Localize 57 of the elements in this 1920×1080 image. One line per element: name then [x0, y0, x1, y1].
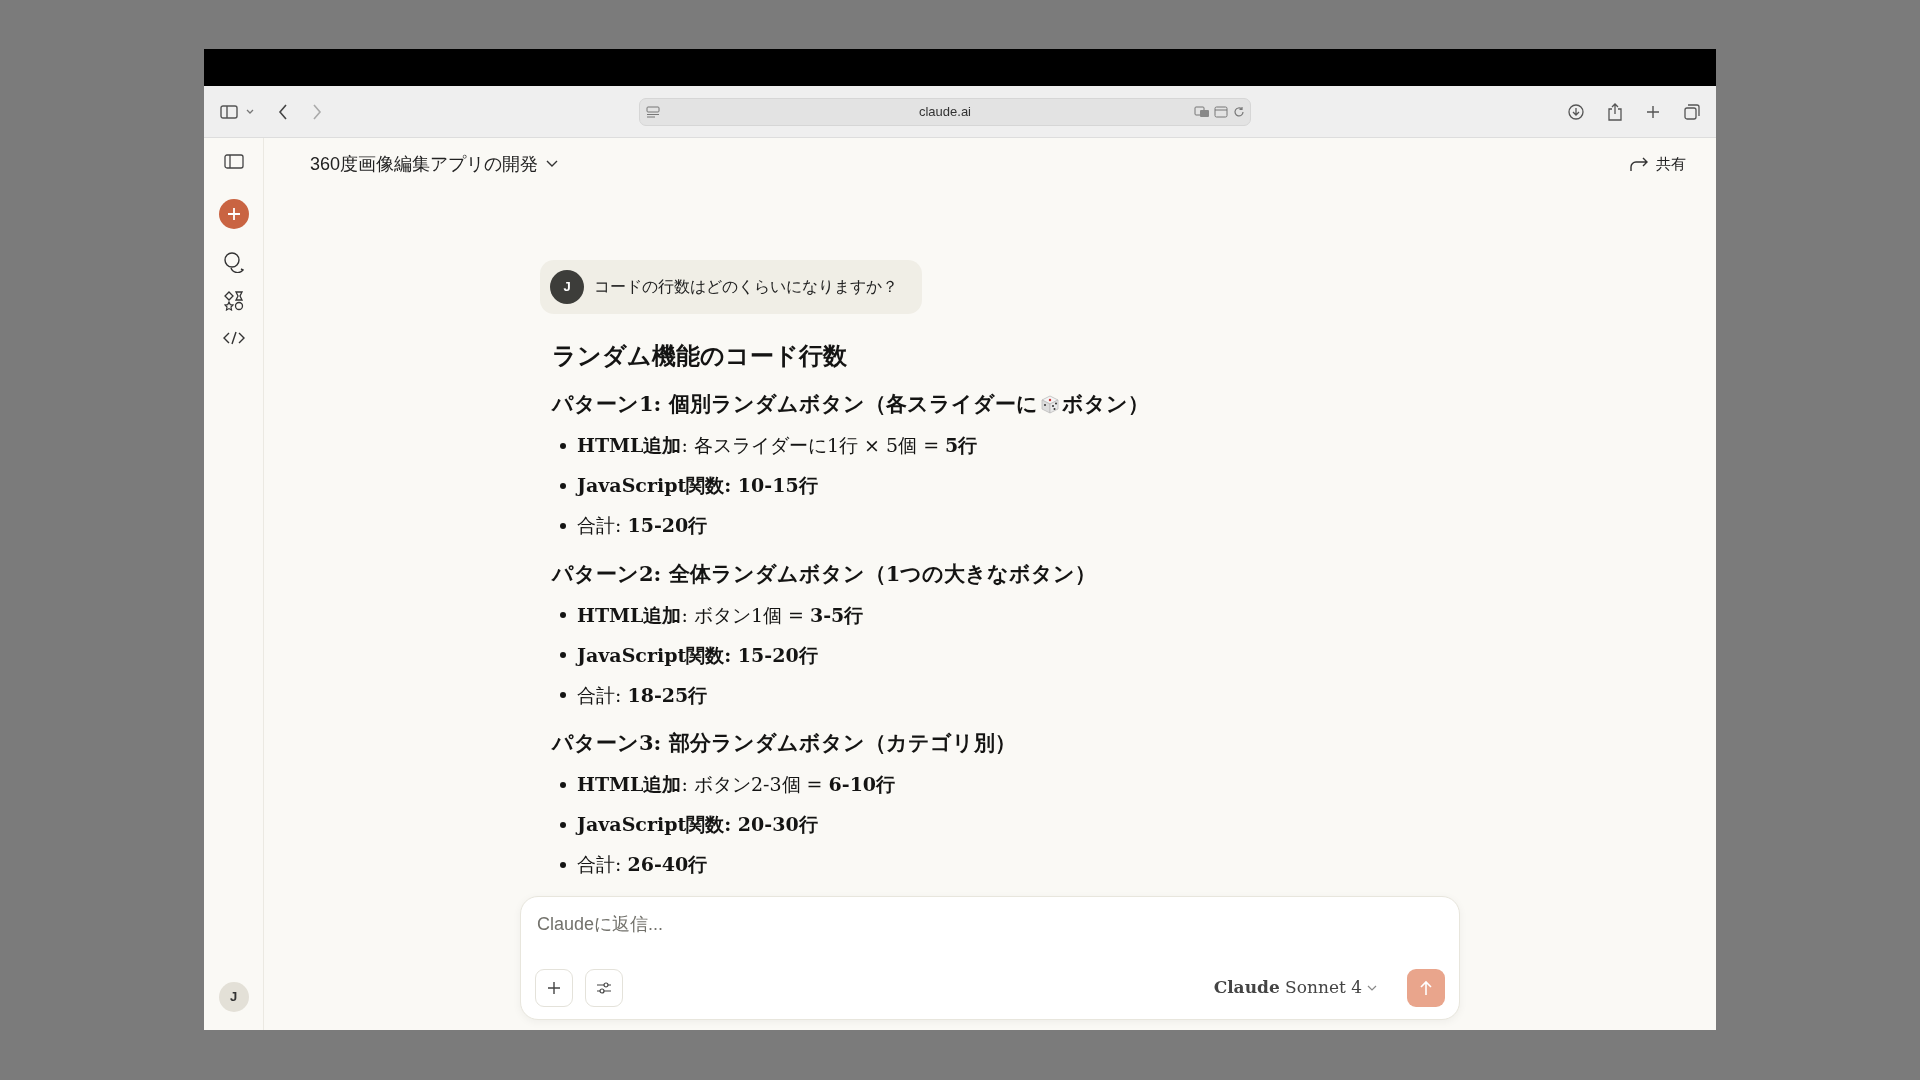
address-text: claude.ai [918, 102, 971, 121]
list-item: 合計: 18-25行 [577, 682, 708, 708]
back-icon[interactable] [278, 103, 288, 120]
chat-title-menu[interactable]: 360度画像編集アプリの開発 [310, 150, 559, 178]
plus-icon [226, 207, 241, 221]
plus-icon [547, 981, 561, 995]
list-item: HTML追加: 各スライダーに1行 × 5個 = 5行 [577, 433, 978, 459]
new-tab-icon[interactable] [1646, 104, 1660, 119]
share-arrow-icon [1630, 156, 1648, 172]
translate-icon[interactable] [1194, 105, 1210, 118]
page-menu-icon[interactable] [646, 105, 660, 118]
list-item: 合計: 15-20行 [577, 513, 708, 539]
user-avatar: J [550, 270, 584, 304]
new-chat-button[interactable] [218, 199, 249, 229]
sidebar-toggle-icon[interactable] [223, 154, 244, 169]
bullet-icon [560, 442, 566, 449]
model-selector[interactable]: Claude Sonnet 4 [1207, 974, 1383, 1002]
chevron-down-icon[interactable] [246, 108, 254, 115]
section-heading-text: パターン1: 個別ランダムボタン（各スライダーに [552, 390, 1038, 418]
user-message-text: コードの行数はどのくらいになりますか？ [594, 276, 898, 298]
user-avatar[interactable]: J [218, 982, 249, 1012]
reply-input[interactable]: Claudeに返信... [535, 911, 1445, 938]
list-item: 合計: 26-40行 [577, 852, 708, 878]
bullet-icon [560, 781, 566, 788]
share-icon[interactable] [1608, 102, 1622, 121]
bullet-icon [560, 821, 566, 828]
download-icon[interactable] [1568, 103, 1584, 120]
chevron-down-icon [546, 160, 559, 168]
bullet-icon [560, 482, 566, 489]
shapes-icon[interactable] [223, 291, 244, 311]
section-heading-text: パターン2: 全体ランダムボタン（1つの大きなボタン） [552, 559, 1097, 588]
list-item: JavaScript関数: 20-30行 [577, 812, 818, 838]
code-icon[interactable] [222, 331, 245, 345]
bullet-icon [560, 652, 566, 658]
bullet-icon [560, 692, 566, 698]
reload-icon[interactable] [1233, 105, 1245, 118]
options-button[interactable] [585, 969, 623, 1007]
bullet-icon [560, 612, 566, 618]
tabs-overview-icon[interactable] [1684, 103, 1700, 120]
chevron-down-icon [1367, 985, 1377, 991]
section-heading-text: ボタン） [1061, 390, 1149, 418]
list-item: JavaScript関数: 15-20行 [577, 642, 818, 668]
address-bar[interactable]: claude.ai [639, 97, 1251, 126]
list-item: HTML追加: ボタン2-3個 = 6-10行 [577, 772, 896, 798]
list-item: HTML追加: ボタン1個 = 3-5行 [577, 602, 864, 628]
bullet-icon [560, 522, 566, 529]
share-button[interactable]: 共有 [1630, 152, 1686, 176]
reader-icon[interactable] [1214, 105, 1228, 118]
sidebar-toggle-icon[interactable] [220, 104, 238, 119]
response-heading: ランダム機能のコード行数 [552, 340, 848, 372]
section-heading-text: パターン3: 部分ランダムボタン（カテゴリ別） [552, 729, 1016, 757]
bullet-icon [560, 861, 566, 868]
list-item: JavaScript関数: 10-15行 [577, 473, 818, 499]
add-button[interactable] [535, 969, 573, 1007]
sliders-icon [596, 982, 612, 994]
arrow-up-icon [1420, 980, 1432, 996]
chats-icon[interactable] [222, 251, 245, 273]
